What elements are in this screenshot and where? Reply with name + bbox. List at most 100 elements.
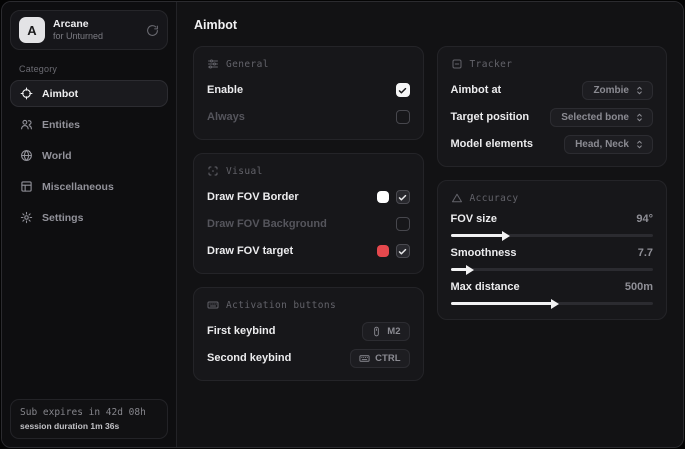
slider-value: 7.7	[638, 247, 653, 259]
session-duration-text: session duration 1m 36s	[20, 421, 158, 431]
gear-icon	[20, 211, 33, 224]
users-icon	[20, 118, 33, 131]
brand-card: A Arcane for Unturned	[10, 10, 168, 50]
brand-logo: A	[19, 17, 45, 43]
unfold-icon	[634, 85, 645, 96]
select-value: Selected bone	[561, 112, 629, 123]
select-value: Zombie	[593, 85, 629, 96]
setting-row-always: Always	[207, 106, 410, 128]
sub-expiry-text: Sub expires in 42d 08h	[20, 407, 158, 418]
setting-label: Target position	[451, 111, 530, 123]
fov-border-checkbox[interactable]	[396, 190, 410, 204]
sidebar-item-label: Miscellaneous	[42, 181, 114, 193]
keybind-value: M2	[387, 326, 400, 337]
slider-fill	[451, 302, 552, 305]
enable-checkbox[interactable]	[396, 83, 410, 97]
card-title: Visual	[226, 166, 263, 177]
activation-card: Activation buttons First keybind M2 Seco…	[193, 287, 424, 381]
keyboard-icon	[359, 353, 370, 364]
check-icon	[398, 86, 407, 95]
app-window: A Arcane for Unturned Category Aimbot	[1, 1, 684, 448]
sidebar-item-label: Entities	[42, 119, 80, 131]
setting-label: Enable	[207, 84, 243, 96]
category-label: Category	[19, 64, 168, 74]
keybind-row-first: First keybind M2	[207, 320, 410, 342]
model-elements-select[interactable]: Head, Neck	[564, 135, 653, 154]
general-card: General Enable Always	[193, 46, 424, 140]
main-content: Aimbot General Enable	[177, 2, 683, 447]
setting-label: FOV size	[451, 213, 497, 225]
setting-row-fov-border: Draw FOV Border	[207, 186, 410, 208]
tracker-row-aimbot-at: Aimbot at Zombie	[451, 79, 654, 101]
sidebar-nav: Aimbot Entities World Miscellaneous	[10, 80, 168, 231]
brand-title: Arcane	[53, 18, 138, 31]
fov-background-checkbox[interactable]	[396, 217, 410, 231]
triangle-icon	[451, 192, 463, 204]
slider-row-smoothness: Smoothness 7.7	[451, 247, 654, 271]
fov-size-slider[interactable]	[451, 234, 654, 237]
check-icon	[398, 193, 407, 202]
card-title: Tracker	[470, 59, 513, 70]
setting-row-fov-background: Draw FOV Background	[207, 213, 410, 235]
setting-label: Smoothness	[451, 247, 517, 259]
setting-row-enable: Enable	[207, 79, 410, 101]
accuracy-card: Accuracy FOV size 94° Smoothness	[437, 180, 668, 320]
keyboard-icon	[207, 299, 219, 311]
square-minus-icon	[451, 58, 463, 70]
tracker-card: Tracker Aimbot at Zombie Target position…	[437, 46, 668, 167]
slider-fill	[451, 268, 467, 271]
setting-label: Always	[207, 111, 245, 123]
setting-label: Draw FOV Border	[207, 191, 299, 203]
unfold-icon	[634, 139, 645, 150]
sidebar-item-miscellaneous[interactable]: Miscellaneous	[10, 173, 168, 200]
select-value: Head, Neck	[575, 139, 629, 150]
sidebar-item-settings[interactable]: Settings	[10, 204, 168, 231]
second-keybind-button[interactable]: CTRL	[350, 349, 409, 368]
setting-label: Aimbot at	[451, 84, 502, 96]
color-swatch[interactable]	[377, 191, 389, 203]
card-title: Accuracy	[470, 193, 519, 204]
grid-icon	[20, 180, 33, 193]
color-swatch[interactable]	[377, 245, 389, 257]
sidebar-item-label: World	[42, 150, 72, 162]
first-keybind-button[interactable]: M2	[362, 322, 409, 341]
slider-row-max-distance: Max distance 500m	[451, 281, 654, 305]
setting-label: Max distance	[451, 281, 520, 293]
fov-target-checkbox[interactable]	[396, 244, 410, 258]
refresh-icon[interactable]	[146, 24, 159, 37]
setting-label: Model elements	[451, 138, 534, 150]
setting-label: First keybind	[207, 325, 275, 337]
sidebar-item-label: Settings	[42, 212, 83, 224]
card-title: General	[226, 59, 269, 70]
visual-card: Visual Draw FOV Border Draw FOV Backgrou…	[193, 153, 424, 274]
card-title: Activation buttons	[226, 300, 336, 311]
sidebar-item-label: Aimbot	[42, 88, 78, 100]
globe-icon	[20, 149, 33, 162]
sliders-icon	[207, 58, 219, 70]
tracker-row-model-elements: Model elements Head, Neck	[451, 133, 654, 155]
keybind-row-second: Second keybind CTRL	[207, 347, 410, 369]
target-position-select[interactable]: Selected bone	[550, 108, 653, 127]
max-distance-slider[interactable]	[451, 302, 654, 305]
unfold-icon	[634, 112, 645, 123]
slider-value: 500m	[625, 281, 653, 293]
sidebar: A Arcane for Unturned Category Aimbot	[2, 2, 177, 447]
slider-value: 94°	[636, 213, 653, 225]
sidebar-item-entities[interactable]: Entities	[10, 111, 168, 138]
smoothness-slider[interactable]	[451, 268, 654, 271]
setting-row-fov-target: Draw FOV target	[207, 240, 410, 262]
subscription-info: Sub expires in 42d 08h session duration …	[10, 399, 168, 439]
tracker-row-target-position: Target position Selected bone	[451, 106, 654, 128]
slider-fill	[451, 234, 504, 237]
keybind-value: CTRL	[375, 353, 400, 364]
setting-label: Draw FOV Background	[207, 218, 327, 230]
sidebar-item-aimbot[interactable]: Aimbot	[10, 80, 168, 107]
brand-subtitle: for Unturned	[53, 31, 138, 42]
check-icon	[398, 247, 407, 256]
setting-label: Draw FOV target	[207, 245, 293, 257]
left-column: General Enable Always	[193, 46, 424, 381]
aimbot-at-select[interactable]: Zombie	[582, 81, 653, 100]
sidebar-item-world[interactable]: World	[10, 142, 168, 169]
always-checkbox[interactable]	[396, 110, 410, 124]
setting-label: Second keybind	[207, 352, 291, 364]
